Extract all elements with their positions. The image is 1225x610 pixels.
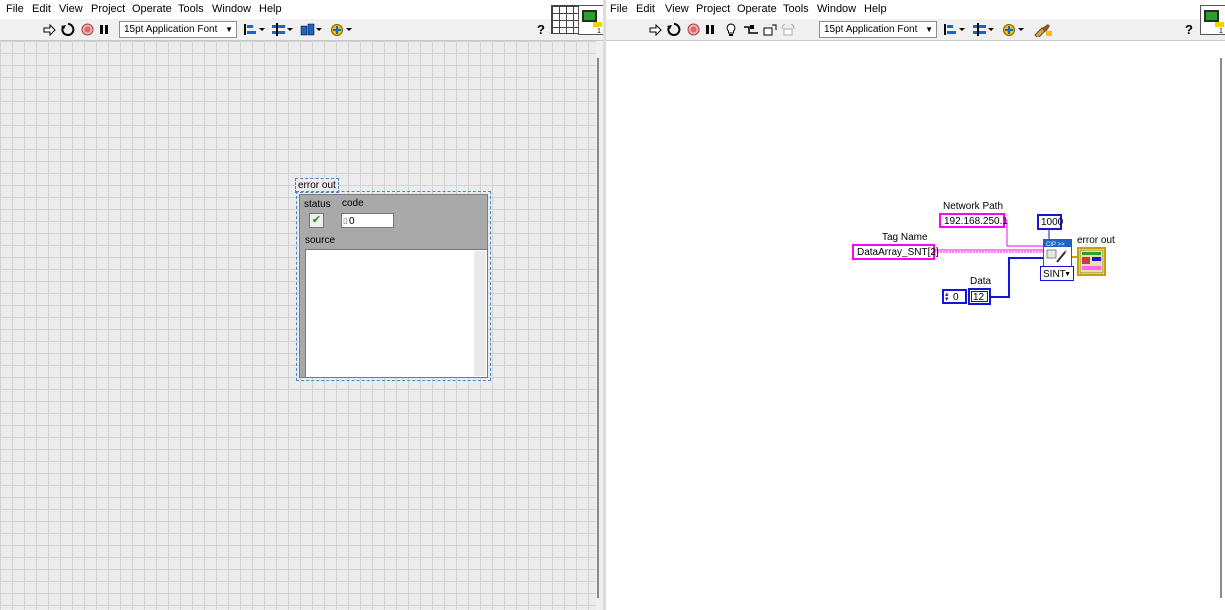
data-index-value: 0 [953, 292, 959, 303]
cip-write-icon: CIP >> [1044, 240, 1071, 263]
code-value: 0 [349, 216, 355, 227]
menu-project[interactable]: Project [91, 3, 125, 15]
align-icon [244, 24, 265, 35]
status-label: status [304, 199, 331, 210]
menu-view[interactable]: View [59, 3, 83, 15]
pause-icon [100, 25, 108, 34]
menu-help[interactable]: Help [259, 3, 282, 15]
error-cluster-icon [1079, 249, 1104, 274]
menu-edit[interactable]: Edit [32, 3, 51, 15]
type-selector[interactable]: SINT ▼ [1040, 266, 1074, 281]
menu-file[interactable]: File [6, 3, 24, 15]
svg-text:1: 1 [597, 28, 601, 34]
front-panel-window: File Edit View Project Operate Tools Win… [0, 0, 603, 610]
vi-icon[interactable]: 1 [578, 5, 603, 35]
error-out-cluster[interactable]: status code ✔ ▯ 0 source [296, 191, 491, 381]
chevron-down-icon: ▼ [225, 25, 233, 34]
pause-button[interactable] [98, 22, 110, 37]
tag-name-constant[interactable]: DataArray_SNT[2] [852, 244, 939, 260]
index-increment-icon: ▴ ▾ [945, 291, 949, 303]
type-selector-value: SINT [1043, 269, 1066, 280]
distribute-objects-button[interactable] [271, 22, 293, 37]
toolbar: 15pt Application Font ▼ ? [0, 19, 603, 41]
menu-operate[interactable]: Operate [132, 3, 172, 15]
status-check-icon[interactable]: ✔ [309, 213, 324, 228]
abort-stop-icon [81, 23, 93, 36]
wires [934, 219, 1077, 298]
context-help-icon[interactable]: ? [535, 22, 547, 37]
block-diagram-window: File Edit View Project Operate Tools Win… [606, 0, 1225, 610]
menu-bar: File Edit View Project Operate Tools Win… [0, 0, 603, 19]
data-label: Data [970, 276, 992, 287]
abort-button[interactable] [80, 22, 94, 37]
source-label: source [305, 235, 336, 246]
timeout-constant[interactable]: 1000 [1037, 214, 1063, 230]
reorder-icon [331, 23, 352, 36]
font-selector[interactable]: 15pt Application Font ▼ [119, 21, 237, 38]
resize-icon [300, 23, 322, 36]
data-index-display[interactable]: ▴ ▾ 0 [942, 289, 967, 304]
network-path-label: Network Path [943, 201, 1004, 212]
svg-text:CIP >>: CIP >> [1046, 242, 1065, 248]
data-wire [991, 257, 1043, 298]
network-path-constant[interactable]: 192.168.250.1 [939, 213, 1008, 228]
align-objects-button[interactable] [243, 22, 265, 37]
distribute-icon [272, 23, 293, 36]
tag-name-label: Tag Name [882, 232, 928, 243]
reorder-button[interactable] [331, 22, 353, 37]
code-label: code [342, 198, 364, 209]
chevron-down-icon: ▼ [1064, 271, 1071, 278]
data-array-value: 12 [973, 292, 985, 303]
i32-representation-icon: ▯ [343, 216, 348, 225]
data-array-constant[interactable]: 12 [968, 288, 991, 305]
font-selector-label: 15pt Application Font [124, 24, 218, 35]
front-panel-scrollbar[interactable] [597, 58, 599, 598]
cip-write-subvi[interactable]: CIP >> [1043, 239, 1072, 268]
run-continuously-button[interactable] [60, 22, 75, 37]
error-out-cluster-body: status code ✔ ▯ 0 source [299, 194, 488, 378]
menu-window[interactable]: Window [212, 3, 251, 15]
run-button[interactable] [42, 22, 56, 37]
vi-icon-graphic: 1 [582, 10, 602, 35]
code-field[interactable]: ▯ 0 [341, 213, 394, 228]
run-continuously-icon [60, 23, 74, 36]
run-arrow-icon [43, 23, 56, 36]
source-scrollbar[interactable] [474, 251, 486, 376]
source-field[interactable] [305, 249, 488, 378]
error-out-terminal-label: error out [1077, 235, 1115, 246]
error-out-terminal[interactable] [1077, 247, 1106, 276]
resize-objects-button[interactable] [300, 22, 322, 37]
menu-tools[interactable]: Tools [178, 3, 204, 15]
